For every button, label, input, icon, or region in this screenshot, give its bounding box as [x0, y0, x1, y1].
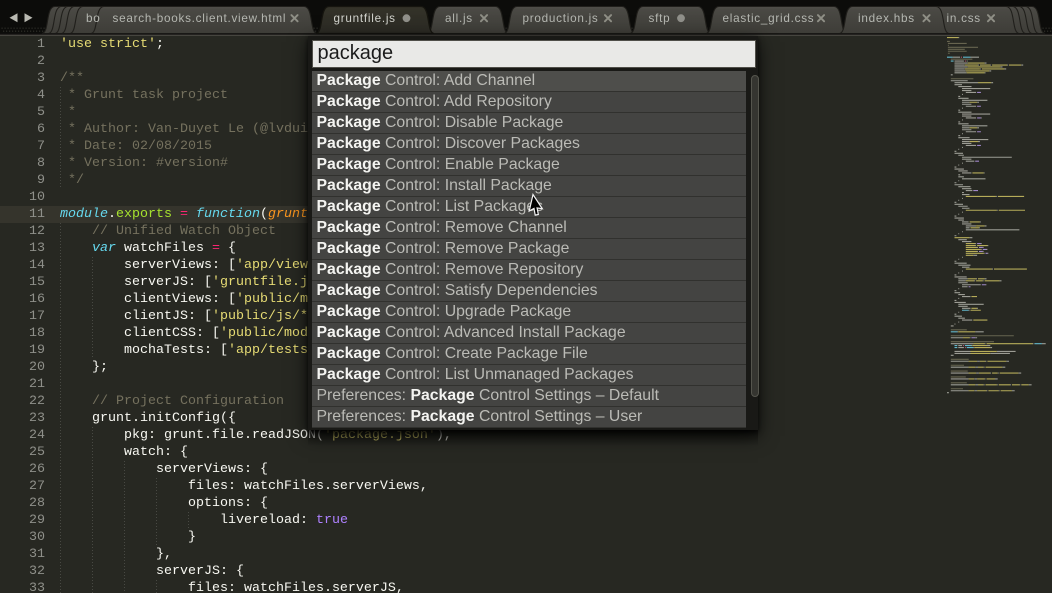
svg-text:sftp: sftp: [649, 12, 671, 25]
svg-text:search-books.client.view.html: search-books.client.view.html: [113, 12, 287, 25]
svg-text:all.js: all.js: [445, 12, 473, 25]
svg-text:production.js: production.js: [523, 12, 599, 25]
svg-text:elastic_grid.css: elastic_grid.css: [723, 12, 815, 25]
svg-text:gruntfile.js: gruntfile.js: [334, 12, 396, 25]
svg-text:in.css: in.css: [947, 12, 981, 25]
svg-text:index.hbs: index.hbs: [858, 12, 915, 25]
svg-text:bo: bo: [86, 12, 101, 25]
